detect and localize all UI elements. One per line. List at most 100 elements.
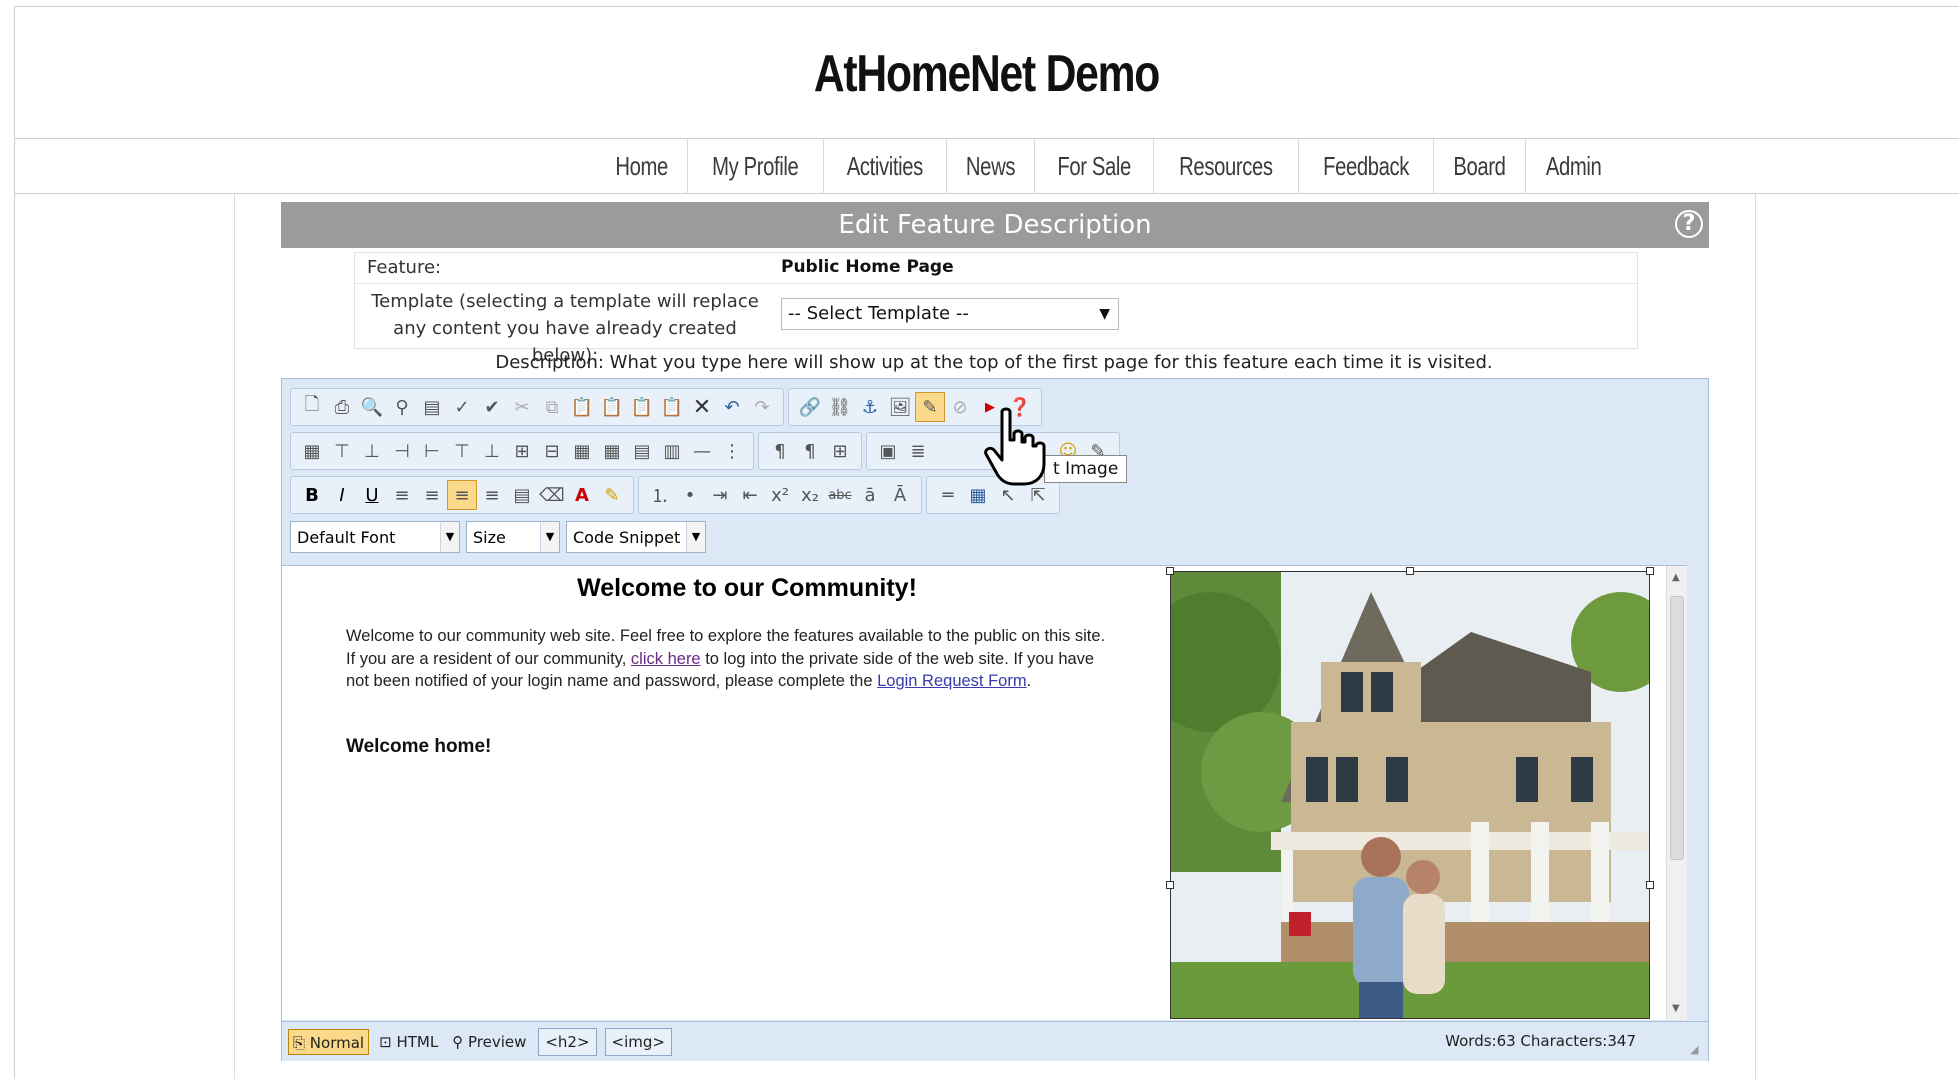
link-icon[interactable]: 🔗 xyxy=(795,392,825,422)
insert-row-after-icon[interactable]: ⊥ xyxy=(357,436,387,466)
hr-icon[interactable]: — xyxy=(687,436,717,466)
cut-icon[interactable]: ✂ xyxy=(507,392,537,422)
unlink-icon[interactable]: ⛓ xyxy=(825,392,855,422)
nav-item-activities[interactable]: Activities xyxy=(824,139,947,193)
print-icon[interactable]: ⎙ xyxy=(327,392,357,422)
strikethrough-icon[interactable]: abc xyxy=(825,480,855,510)
format-icon[interactable]: ≣ xyxy=(903,436,933,466)
insert-table-icon[interactable]: ▦ xyxy=(297,436,327,466)
justify-full-icon[interactable]: ▤ xyxy=(507,480,537,510)
unordered-list-icon[interactable]: • xyxy=(675,480,705,510)
html-mode-button[interactable]: ⊡ HTML xyxy=(375,1029,442,1055)
click-here-link[interactable]: click here xyxy=(631,650,701,668)
subscript-icon[interactable]: x₂ xyxy=(795,480,825,510)
resize-handle[interactable] xyxy=(1646,881,1654,889)
tag-img-button[interactable]: <img> xyxy=(604,1027,672,1056)
ordered-list-icon[interactable]: ⒈ xyxy=(645,480,675,510)
table-props-icon[interactable]: ▦ xyxy=(567,436,597,466)
lowercase-icon[interactable]: ā xyxy=(855,480,885,510)
resize-handle[interactable] xyxy=(1166,567,1174,575)
table-grid-icon[interactable]: ▦ xyxy=(963,480,993,510)
resize-handle[interactable] xyxy=(1166,881,1174,889)
select-all-icon[interactable]: ↖ xyxy=(993,480,1023,510)
scroll-up-icon[interactable]: ▲ xyxy=(1672,572,1680,583)
cell-props-icon[interactable]: ▦ xyxy=(597,436,627,466)
find-icon[interactable]: ⚲ xyxy=(387,392,417,422)
editor-content-area[interactable]: Welcome to our Community! Welcome to our… xyxy=(282,565,1687,1020)
undo-icon[interactable]: ↶ xyxy=(717,392,747,422)
horizontal-rule-icon[interactable]: ═ xyxy=(933,480,963,510)
size-dropdown[interactable]: Size ▼ xyxy=(466,521,560,553)
uppercase-icon[interactable]: Ā xyxy=(885,480,915,510)
preview-mode-button[interactable]: ⚲ Preview xyxy=(448,1029,530,1055)
nav-item-resources[interactable]: Resources xyxy=(1154,139,1299,193)
indent-icon[interactable]: ⇥ xyxy=(705,480,735,510)
font-dropdown[interactable]: Default Font ▼ xyxy=(290,521,460,553)
superscript-icon[interactable]: x² xyxy=(765,480,795,510)
row-props-icon[interactable]: ▤ xyxy=(627,436,657,466)
new-document-icon[interactable]: 🗋 xyxy=(297,392,327,422)
scroll-down-icon[interactable]: ▼ xyxy=(1672,1003,1680,1014)
delete-row-icon[interactable]: ⊣ xyxy=(387,436,417,466)
preview-zoom-icon[interactable]: 🔍 xyxy=(357,392,387,422)
template-icon[interactable]: ▣ xyxy=(873,436,903,466)
paste-html-icon[interactable]: 📋 xyxy=(657,392,687,422)
hidden-icon-2[interactable] xyxy=(963,436,993,466)
outdent-icon[interactable]: ⇤ xyxy=(735,480,765,510)
edit-image-icon[interactable]: ✎ xyxy=(915,392,945,422)
delete-icon[interactable]: ✕ xyxy=(687,392,717,422)
nav-item-board[interactable]: Board xyxy=(1434,139,1526,193)
template-select[interactable]: -- Select Template -- ▼ xyxy=(781,298,1119,330)
help-icon[interactable]: ? xyxy=(1675,210,1703,238)
vr-icon[interactable]: ⋮ xyxy=(717,436,747,466)
nav-item-home[interactable]: Home xyxy=(596,139,689,193)
bold-button[interactable]: B xyxy=(297,480,327,510)
align-left-icon[interactable]: ≡ xyxy=(387,480,417,510)
spellcheck-icon[interactable]: ✔ xyxy=(477,392,507,422)
flash-icon[interactable]: ⊘ xyxy=(945,392,975,422)
nav-item-admin[interactable]: Admin xyxy=(1526,139,1621,193)
insert-col-after-icon[interactable]: ⊤ xyxy=(447,436,477,466)
hidden-icon-1[interactable] xyxy=(933,436,963,466)
nav-item-news[interactable]: News xyxy=(947,139,1035,193)
editor-scrollbar[interactable]: ▲ ▼ xyxy=(1666,566,1687,1020)
ltr-icon[interactable]: ¶ xyxy=(765,436,795,466)
rtl-icon[interactable]: ¶ xyxy=(795,436,825,466)
normal-mode-button[interactable]: ⎘ Normal xyxy=(288,1028,370,1055)
col-props-icon[interactable]: ▥ xyxy=(657,436,687,466)
insert-col-before-icon[interactable]: ⊢ xyxy=(417,436,447,466)
youtube-icon[interactable]: ▶ xyxy=(975,392,1005,422)
nav-item-feedback[interactable]: Feedback xyxy=(1299,139,1434,193)
align-right-icon[interactable]: ≡ xyxy=(447,480,477,510)
form-icon[interactable]: ▤ xyxy=(417,392,447,422)
delete-col-icon[interactable]: ⊥ xyxy=(477,436,507,466)
nav-item-my-profile[interactable]: My Profile xyxy=(688,139,824,193)
paste-text-icon[interactable]: 📋 xyxy=(597,392,627,422)
paste-icon[interactable]: 📋 xyxy=(567,392,597,422)
tag-h2-button[interactable]: <h2> xyxy=(538,1027,597,1056)
clean-icon[interactable]: ✓ xyxy=(447,392,477,422)
split-cells-icon[interactable]: ⊟ xyxy=(537,436,567,466)
eraser-icon[interactable]: ⌫ xyxy=(537,480,567,510)
copy-icon[interactable]: ⧉ xyxy=(537,392,567,422)
resize-handle[interactable] xyxy=(1646,567,1654,575)
merge-cells-icon[interactable]: ⊞ xyxy=(507,436,537,466)
nav-item-for-sale[interactable]: For Sale xyxy=(1035,139,1154,193)
highlight-icon[interactable]: ✎ xyxy=(597,480,627,510)
help-circle-icon[interactable]: ❓ xyxy=(1005,392,1035,422)
hidden-icon-3[interactable] xyxy=(993,436,1023,466)
redo-icon[interactable]: ↷ xyxy=(747,392,777,422)
code-snippet-dropdown[interactable]: Code Snippet ▼ xyxy=(566,521,706,553)
align-center-icon[interactable]: ≡ xyxy=(417,480,447,510)
insert-row-before-icon[interactable]: ⊤ xyxy=(327,436,357,466)
login-request-link[interactable]: Login Request Form xyxy=(877,672,1027,690)
italic-button[interactable]: I xyxy=(327,480,357,510)
scroll-thumb[interactable] xyxy=(1670,596,1684,860)
insert-image-icon[interactable]: 🖼 xyxy=(885,392,915,422)
anchor-icon[interactable]: ⚓ xyxy=(855,392,885,422)
paste-word-icon[interactable]: 📋 xyxy=(627,392,657,422)
resize-handle[interactable] xyxy=(1406,567,1414,575)
pointer-icon[interactable]: ⇱ xyxy=(1023,480,1053,510)
resize-grip-icon[interactable]: ◢ xyxy=(1690,1043,1702,1056)
house-photo[interactable] xyxy=(1170,571,1650,1019)
